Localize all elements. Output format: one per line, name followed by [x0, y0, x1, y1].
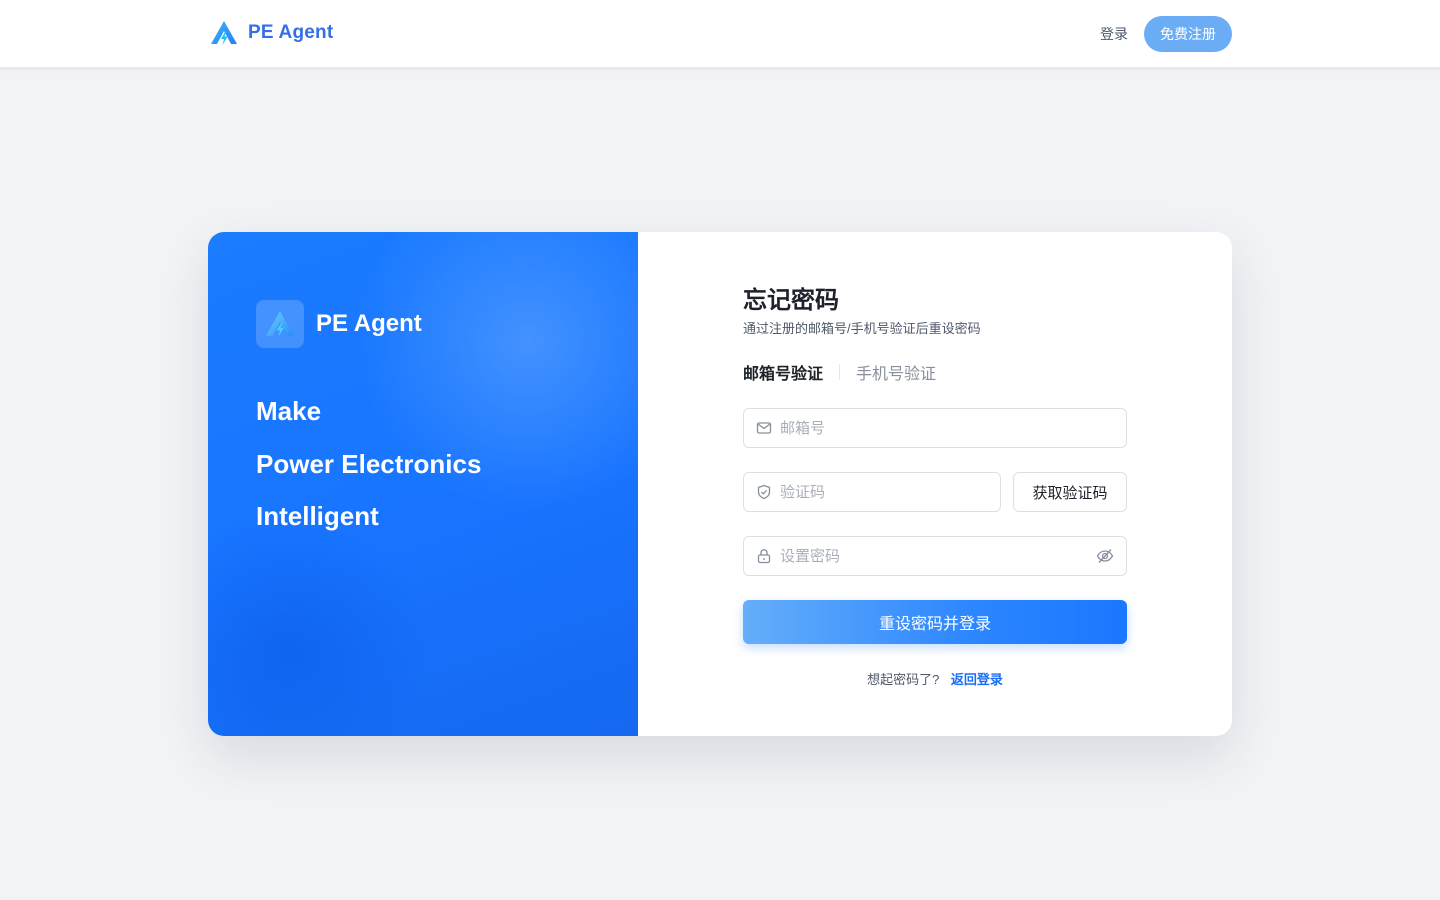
verification-code-input[interactable] — [780, 483, 988, 501]
hero-title: PE Agent — [316, 310, 422, 337]
forgot-password-card: PE Agent Make Power Electronics Intellig… — [208, 232, 1232, 736]
reset-password-form: 忘记密码 通过注册的邮箱号/手机号验证后重设密码 邮箱号验证 手机号验证 邮箱号… — [743, 232, 1127, 736]
email-field[interactable] — [743, 408, 1127, 448]
tab-divider — [839, 364, 841, 380]
page-subtitle: 通过注册的邮箱号/手机号验证后重设密码 — [743, 321, 981, 336]
shield-icon — [756, 484, 772, 500]
get-code-button[interactable]: 获取验证码 — [1013, 472, 1127, 512]
free-register-button[interactable]: 免费注册 — [1144, 16, 1232, 52]
hero-tagline-line-3: Intelligent — [256, 501, 379, 531]
hero-logo-icon — [256, 300, 304, 348]
page-title: 忘记密码 — [743, 287, 839, 314]
hero-panel: PE Agent Make Power Electronics Intellig… — [208, 232, 638, 736]
reset-and-login-button[interactable]: 重设密码并登录 — [743, 600, 1127, 644]
email-input[interactable] — [780, 419, 1114, 437]
eye-off-icon[interactable] — [1096, 547, 1114, 565]
password-input[interactable] — [780, 547, 1096, 565]
nav-login-link[interactable]: 登录 — [1100, 24, 1128, 44]
tab-email-verification[interactable]: 邮箱号验证 — [743, 360, 823, 384]
top-navbar: PE Agent 登录 免费注册 — [0, 0, 1440, 68]
password-field[interactable] — [743, 536, 1127, 576]
tab-phone-verification[interactable]: 手机号验证 — [856, 360, 936, 384]
pe-agent-logo-icon — [210, 20, 238, 46]
back-to-login-link[interactable]: 返回登录 — [951, 672, 1003, 687]
verification-code-field[interactable] — [743, 472, 1001, 512]
remember-password-text: 想起密码了? — [867, 672, 940, 687]
mail-icon — [756, 420, 772, 436]
back-to-login-row: 想起密码了? 返回登录 — [743, 669, 1127, 688]
brand-name: PE Agent — [248, 22, 334, 43]
lock-icon — [756, 548, 772, 564]
hero-tagline-line-2: Power Electronics — [256, 449, 482, 479]
hero-tagline-line-1: Make — [256, 396, 322, 426]
verification-tabs: 邮箱号验证 手机号验证 — [743, 360, 936, 384]
brand-link[interactable]: PE Agent — [210, 20, 333, 46]
